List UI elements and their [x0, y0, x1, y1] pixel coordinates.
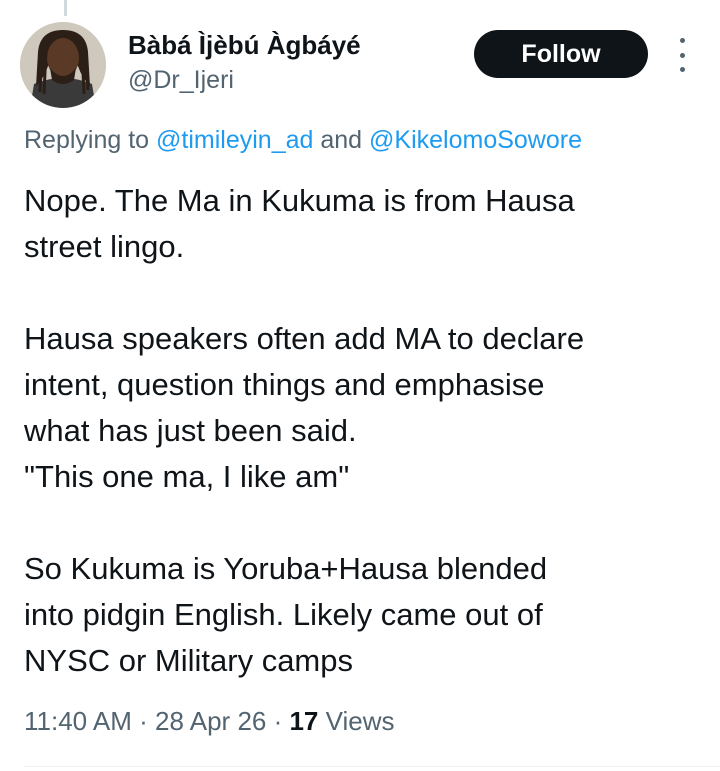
thread-connector-line: [64, 0, 67, 16]
tweet-line: intent, question things and emphasise: [24, 367, 545, 402]
tweet-line: into pidgin English. Likely came out of: [24, 597, 543, 632]
mention-link-timileyin[interactable]: @timileyin_ad: [156, 126, 313, 154]
tweet-line: So Kukuma is Yoruba+Hausa blended: [24, 551, 548, 586]
mention-link-kikelomo[interactable]: @KikelomoSowore: [369, 126, 582, 154]
author-handle[interactable]: @Dr_Ijeri: [128, 66, 234, 95]
author-display-name[interactable]: Bàbá Ìjèbú Àgbáyé: [128, 30, 361, 61]
avatar-photo: [20, 22, 106, 108]
follow-button[interactable]: Follow: [474, 30, 648, 78]
tweet-date[interactable]: 28 Apr 26: [155, 706, 266, 736]
more-vertical-icon[interactable]: [672, 38, 692, 72]
meta-separator: ·: [131, 706, 156, 736]
tweet-text: Nope. The Ma in Kukuma is from Hausa str…: [24, 178, 704, 684]
tweet-line: Hausa speakers often add MA to declare: [24, 321, 585, 356]
replying-to-line: Replying to @timileyin_ad and @KikelomoS…: [24, 126, 582, 155]
views-label: Views: [318, 706, 395, 736]
tweet-time[interactable]: 11:40 AM: [24, 706, 132, 736]
divider: [24, 766, 720, 767]
meta-separator: ·: [266, 706, 290, 736]
views-count[interactable]: 17: [289, 706, 318, 736]
tweet-line: "This one ma, I like am": [24, 459, 350, 494]
avatar[interactable]: [20, 22, 106, 108]
tweet-meta: 11:40 AM · 28 Apr 26 · 17 Views: [24, 706, 395, 737]
tweet-line: what has just been said.: [24, 413, 357, 448]
tweet-line: NYSC or Military camps: [24, 643, 353, 678]
tweet-line: Nope. The Ma in Kukuma is from Hausa: [24, 183, 575, 218]
tweet-line: street lingo.: [24, 229, 185, 264]
replying-prefix: Replying to: [24, 126, 157, 154]
replying-conjunction: and: [313, 126, 370, 154]
